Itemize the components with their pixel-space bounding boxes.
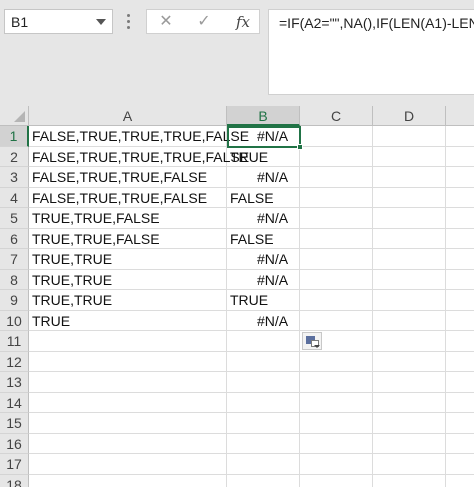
cell-a9[interactable]: TRUE,TRUE xyxy=(29,290,227,311)
row-header-9[interactable]: 9 xyxy=(0,290,29,311)
gridline-row xyxy=(29,350,474,352)
row-header-8[interactable]: 8 xyxy=(0,269,29,290)
row-header-1[interactable]: 1 xyxy=(0,126,29,147)
gridline-row xyxy=(29,432,474,434)
column-header-e-partial[interactable] xyxy=(446,106,474,126)
cell-b1[interactable]: #N/A xyxy=(227,126,300,147)
cell-a4[interactable]: FALSE,TRUE,TRUE,FALSE xyxy=(29,188,227,209)
gridline-row xyxy=(29,412,474,413)
row-header-18[interactable]: 18 xyxy=(0,474,29,487)
select-all-button[interactable] xyxy=(0,106,29,126)
column-header-c[interactable]: C xyxy=(300,106,373,126)
row-header-12[interactable]: 12 xyxy=(0,351,29,372)
cell-a6[interactable]: TRUE,TRUE,FALSE xyxy=(29,229,227,250)
column-header-a[interactable]: A xyxy=(29,106,227,126)
column-header-b[interactable]: B xyxy=(227,106,300,126)
drag-handle-icon[interactable] xyxy=(127,14,130,30)
cell-b5[interactable]: #N/A xyxy=(227,208,300,229)
row-header-2[interactable]: 2 xyxy=(0,146,29,167)
gridline-row xyxy=(29,473,474,475)
cell-a8[interactable]: TRUE,TRUE xyxy=(29,270,227,291)
chevron-down-icon[interactable] xyxy=(96,19,106,25)
formula-text: =IF(A2="",NA(),IF(LEN(A1)-LEN( xyxy=(279,15,474,31)
cell-a3[interactable]: FALSE,TRUE,TRUE,FALSE xyxy=(29,167,227,188)
name-box[interactable]: B1 xyxy=(4,9,113,34)
row-header-5[interactable]: 5 xyxy=(0,208,29,229)
row-header-11[interactable]: 11 xyxy=(0,331,29,352)
formula-bar-area: B1 ✕ ✓ fx =IF(A2="",NA(),IF(LEN(A1)-LEN( xyxy=(0,0,474,106)
row-header-10[interactable]: 10 xyxy=(0,310,29,331)
insert-function-icon[interactable]: fx xyxy=(230,12,256,32)
cell-b8[interactable]: #N/A xyxy=(227,270,300,291)
row-header-17[interactable]: 17 xyxy=(0,454,29,475)
name-box-value: B1 xyxy=(11,14,29,30)
row-header-16[interactable]: 16 xyxy=(0,433,29,454)
cell-a7[interactable]: TRUE,TRUE xyxy=(29,249,227,270)
cell-b6[interactable]: FALSE xyxy=(227,229,300,250)
cell-a10[interactable]: TRUE xyxy=(29,311,227,332)
check-icon[interactable]: ✓ xyxy=(191,12,217,32)
paste-options-icon[interactable] xyxy=(302,332,322,350)
cell-b3[interactable]: #N/A xyxy=(227,167,300,188)
cell-b10[interactable]: #N/A xyxy=(227,311,300,332)
cell-a5[interactable]: TRUE,TRUE,FALSE xyxy=(29,208,227,229)
cell-b2[interactable]: TRUE xyxy=(227,147,300,168)
row-header-6[interactable]: 6 xyxy=(0,228,29,249)
row-header-14[interactable]: 14 xyxy=(0,392,29,413)
formula-input[interactable]: =IF(A2="",NA(),IF(LEN(A1)-LEN( xyxy=(268,9,474,95)
gridline-column xyxy=(445,126,446,487)
formula-buttons: ✕ ✓ fx xyxy=(146,9,260,34)
gridline-row xyxy=(29,391,474,393)
select-all-icon xyxy=(14,111,25,122)
cell-a2[interactable]: FALSE,TRUE,TRUE,TRUE,FALSE xyxy=(29,147,249,168)
gridline-row xyxy=(29,453,474,454)
cell-b4[interactable]: FALSE xyxy=(227,188,300,209)
cell-b7[interactable]: #N/A xyxy=(227,249,300,270)
gridline-column xyxy=(372,126,373,487)
row-header-15[interactable]: 15 xyxy=(0,413,29,434)
column-header-d[interactable]: D xyxy=(373,106,446,126)
row-header-7[interactable]: 7 xyxy=(0,249,29,270)
row-header-3[interactable]: 3 xyxy=(0,167,29,188)
row-header-4[interactable]: 4 xyxy=(0,187,29,208)
row-header-13[interactable]: 13 xyxy=(0,372,29,393)
worksheet-grid[interactable]: A B C D 1 2 3 4 5 6 7 8 9 10 11 12 13 14 15 16 17 18 FALS… xyxy=(0,106,474,487)
gridline-row xyxy=(29,371,474,372)
cancel-icon[interactable]: ✕ xyxy=(153,12,179,32)
cell-b9[interactable]: TRUE xyxy=(227,290,300,311)
cell-a1[interactable]: FALSE,TRUE,TRUE,TRUE,FALSE xyxy=(29,126,249,147)
